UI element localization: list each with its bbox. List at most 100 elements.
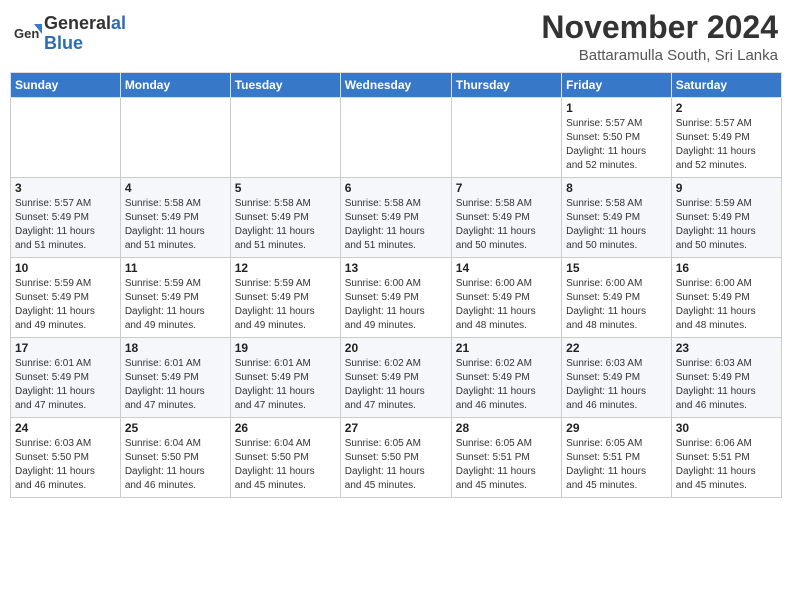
day-number: 27	[345, 421, 447, 435]
calendar-cell: 9 Sunrise: 5:59 AM Sunset: 5:49 PM Daylig…	[671, 178, 781, 258]
logo-icon: Gen	[14, 20, 42, 48]
day-info: Sunrise: 6:03 AM Sunset: 5:49 PM Dayligh…	[676, 357, 777, 413]
svg-text:Gen: Gen	[14, 26, 39, 41]
day-number: 1	[566, 101, 667, 115]
day-info: Sunrise: 6:01 AM Sunset: 5:49 PM Dayligh…	[15, 357, 116, 413]
day-info: Sunrise: 6:05 AM Sunset: 5:51 PM Dayligh…	[456, 437, 557, 493]
day-number: 11	[125, 261, 226, 275]
day-number: 30	[676, 421, 777, 435]
day-info: Sunrise: 6:00 AM Sunset: 5:49 PM Dayligh…	[456, 277, 557, 333]
day-number: 28	[456, 421, 557, 435]
calendar-cell: 22 Sunrise: 6:03 AM Sunset: 5:49 PM Dayli…	[562, 338, 672, 418]
day-info: Sunrise: 5:59 AM Sunset: 5:49 PM Dayligh…	[125, 277, 226, 333]
calendar-week-row: 3 Sunrise: 5:57 AM Sunset: 5:49 PM Daylig…	[11, 178, 782, 258]
calendar-cell: 27 Sunrise: 6:05 AM Sunset: 5:50 PM Dayli…	[340, 418, 451, 498]
day-number: 13	[345, 261, 447, 275]
calendar-cell: 24Sunrise: 6:03 AM Sunset: 5:50 PM Dayli…	[11, 418, 121, 498]
logo-line2: Blue	[44, 34, 126, 54]
day-info: Sunrise: 6:03 AM Sunset: 5:50 PM Dayligh…	[15, 437, 116, 493]
weekday-header-wednesday: Wednesday	[340, 73, 451, 98]
day-info: Sunrise: 6:00 AM Sunset: 5:49 PM Dayligh…	[676, 277, 777, 333]
calendar-cell: 10 Sunrise: 5:59 AM Sunset: 5:49 PM Dayli…	[11, 258, 121, 338]
calendar-cell: 5 Sunrise: 5:58 AM Sunset: 5:49 PM Daylig…	[230, 178, 340, 258]
day-info: Sunrise: 5:58 AM Sunset: 5:49 PM Dayligh…	[235, 197, 336, 253]
logo-general: General	[44, 13, 111, 33]
day-number: 8	[566, 181, 667, 195]
weekday-header-saturday: Saturday	[671, 73, 781, 98]
day-number: 26	[235, 421, 336, 435]
calendar-cell: 2 Sunrise: 5:57 AM Sunset: 5:49 PM Daylig…	[671, 98, 781, 178]
calendar-cell: 7Sunrise: 5:58 AM Sunset: 5:49 PM Daylig…	[451, 178, 561, 258]
day-info: Sunrise: 6:03 AM Sunset: 5:49 PM Dayligh…	[566, 357, 667, 413]
calendar-cell: 29 Sunrise: 6:05 AM Sunset: 5:51 PM Dayli…	[562, 418, 672, 498]
calendar-cell: 3 Sunrise: 5:57 AM Sunset: 5:49 PM Daylig…	[11, 178, 121, 258]
calendar-week-row: 17Sunrise: 6:01 AM Sunset: 5:49 PM Dayli…	[11, 338, 782, 418]
calendar-cell: 28 Sunrise: 6:05 AM Sunset: 5:51 PM Dayli…	[451, 418, 561, 498]
calendar-cell: 11 Sunrise: 5:59 AM Sunset: 5:49 PM Dayli…	[120, 258, 230, 338]
day-info: Sunrise: 6:00 AM Sunset: 5:49 PM Dayligh…	[345, 277, 447, 333]
calendar-cell: 19Sunrise: 6:01 AM Sunset: 5:49 PM Dayli…	[230, 338, 340, 418]
day-number: 21	[456, 341, 557, 355]
calendar-cell: 16 Sunrise: 6:00 AM Sunset: 5:49 PM Dayli…	[671, 258, 781, 338]
day-number: 14	[456, 261, 557, 275]
calendar-week-row: 1 Sunrise: 5:57 AM Sunset: 5:50 PM Daylig…	[11, 98, 782, 178]
day-info: Sunrise: 5:58 AM Sunset: 5:49 PM Dayligh…	[125, 197, 226, 253]
day-number: 25	[125, 421, 226, 435]
day-number: 4	[125, 181, 226, 195]
calendar-cell: 13 Sunrise: 6:00 AM Sunset: 5:49 PM Dayli…	[340, 258, 451, 338]
day-info: Sunrise: 5:57 AM Sunset: 5:50 PM Dayligh…	[566, 117, 667, 173]
page-header: Gen Generalal Blue November 2024 Battara…	[10, 10, 782, 64]
day-number: 29	[566, 421, 667, 435]
calendar-cell: 1 Sunrise: 5:57 AM Sunset: 5:50 PM Daylig…	[562, 98, 672, 178]
calendar-cell	[451, 98, 561, 178]
calendar-cell	[230, 98, 340, 178]
calendar-week-row: 24Sunrise: 6:03 AM Sunset: 5:50 PM Dayli…	[11, 418, 782, 498]
logo: Gen Generalal Blue	[14, 14, 126, 54]
day-info: Sunrise: 6:05 AM Sunset: 5:51 PM Dayligh…	[566, 437, 667, 493]
day-info: Sunrise: 6:06 AM Sunset: 5:51 PM Dayligh…	[676, 437, 777, 493]
day-number: 6	[345, 181, 447, 195]
calendar-header-row: SundayMondayTuesdayWednesdayThursdayFrid…	[11, 73, 782, 98]
day-info: Sunrise: 5:57 AM Sunset: 5:49 PM Dayligh…	[676, 117, 777, 173]
day-info: Sunrise: 6:02 AM Sunset: 5:49 PM Dayligh…	[345, 357, 447, 413]
calendar-cell: 15Sunrise: 6:00 AM Sunset: 5:49 PM Dayli…	[562, 258, 672, 338]
calendar-cell: 14 Sunrise: 6:00 AM Sunset: 5:49 PM Dayli…	[451, 258, 561, 338]
calendar-cell: 30 Sunrise: 6:06 AM Sunset: 5:51 PM Dayli…	[671, 418, 781, 498]
title-block: November 2024 Battaramulla South, Sri La…	[541, 10, 778, 64]
day-number: 16	[676, 261, 777, 275]
calendar-cell: 17Sunrise: 6:01 AM Sunset: 5:49 PM Dayli…	[11, 338, 121, 418]
day-info: Sunrise: 6:01 AM Sunset: 5:49 PM Dayligh…	[125, 357, 226, 413]
day-number: 5	[235, 181, 336, 195]
day-info: Sunrise: 6:00 AM Sunset: 5:49 PM Dayligh…	[566, 277, 667, 333]
calendar-cell: 4 Sunrise: 5:58 AM Sunset: 5:49 PM Daylig…	[120, 178, 230, 258]
day-number: 9	[676, 181, 777, 195]
calendar-table: SundayMondayTuesdayWednesdayThursdayFrid…	[10, 72, 782, 498]
logo-line1: Generalal	[44, 14, 126, 34]
day-info: Sunrise: 6:04 AM Sunset: 5:50 PM Dayligh…	[125, 437, 226, 493]
weekday-header-thursday: Thursday	[451, 73, 561, 98]
day-info: Sunrise: 5:59 AM Sunset: 5:49 PM Dayligh…	[235, 277, 336, 333]
calendar-cell: 6 Sunrise: 5:58 AM Sunset: 5:49 PM Daylig…	[340, 178, 451, 258]
day-number: 3	[15, 181, 116, 195]
day-info: Sunrise: 5:59 AM Sunset: 5:49 PM Dayligh…	[676, 197, 777, 253]
day-info: Sunrise: 6:05 AM Sunset: 5:50 PM Dayligh…	[345, 437, 447, 493]
day-number: 22	[566, 341, 667, 355]
calendar-cell	[340, 98, 451, 178]
day-number: 18	[125, 341, 226, 355]
calendar-cell	[11, 98, 121, 178]
day-info: Sunrise: 5:57 AM Sunset: 5:49 PM Dayligh…	[15, 197, 116, 253]
day-info: Sunrise: 5:59 AM Sunset: 5:49 PM Dayligh…	[15, 277, 116, 333]
calendar-cell: 26 Sunrise: 6:04 AM Sunset: 5:50 PM Dayli…	[230, 418, 340, 498]
day-info: Sunrise: 6:01 AM Sunset: 5:49 PM Dayligh…	[235, 357, 336, 413]
day-number: 12	[235, 261, 336, 275]
day-number: 10	[15, 261, 116, 275]
calendar-cell: 23Sunrise: 6:03 AM Sunset: 5:49 PM Dayli…	[671, 338, 781, 418]
day-info: Sunrise: 6:04 AM Sunset: 5:50 PM Dayligh…	[235, 437, 336, 493]
day-info: Sunrise: 5:58 AM Sunset: 5:49 PM Dayligh…	[345, 197, 447, 253]
calendar-cell: 18 Sunrise: 6:01 AM Sunset: 5:49 PM Dayli…	[120, 338, 230, 418]
weekday-header-friday: Friday	[562, 73, 672, 98]
day-info: Sunrise: 5:58 AM Sunset: 5:49 PM Dayligh…	[566, 197, 667, 253]
day-info: Sunrise: 5:58 AM Sunset: 5:49 PM Dayligh…	[456, 197, 557, 253]
day-number: 2	[676, 101, 777, 115]
location-subtitle: Battaramulla South, Sri Lanka	[541, 47, 778, 64]
